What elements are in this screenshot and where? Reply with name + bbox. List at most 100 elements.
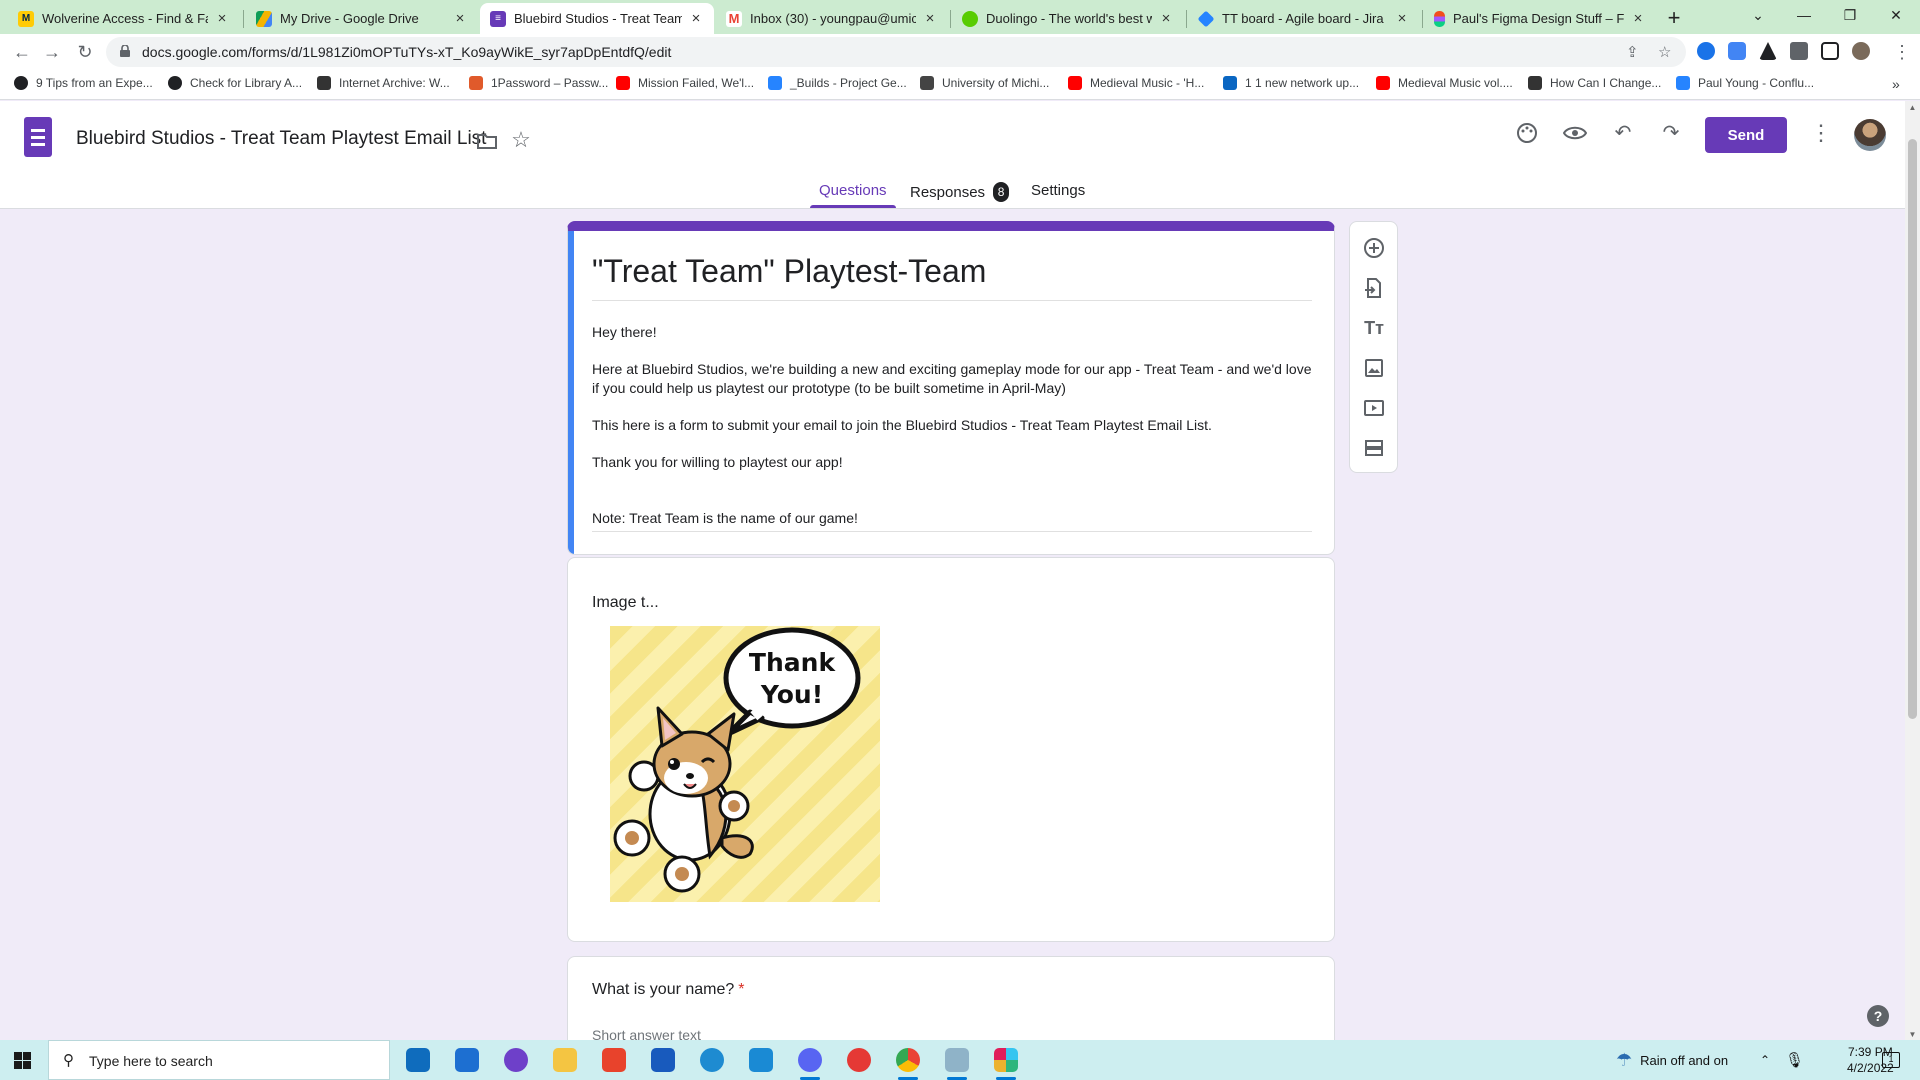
thank-you-corgi-image[interactable]: Thank You! (610, 626, 880, 902)
app-icon[interactable] (945, 1048, 969, 1080)
bookmark-item[interactable]: Mission Failed, We'l... (616, 76, 754, 90)
browser-tab[interactable]: M Wolverine Access - Find & Favor × (8, 3, 240, 34)
tab-responses[interactable]: Responses 8 (910, 182, 1010, 202)
extension-icon[interactable] (1759, 42, 1777, 60)
browser-tab[interactable]: Paul's Figma Design Stuff – Figm × (1424, 3, 1656, 34)
edge-icon[interactable] (700, 1048, 724, 1072)
word-icon[interactable] (651, 1048, 675, 1072)
sidebar-icon[interactable] (1821, 42, 1839, 60)
image-item-card[interactable]: Image t... Thank You! (567, 557, 1335, 942)
puzzle-extensions-icon[interactable] (1790, 42, 1808, 60)
tab-settings[interactable]: Settings (1031, 182, 1085, 199)
undo-icon[interactable]: ↶ (1611, 121, 1635, 145)
back-arrow-icon[interactable]: ← (10, 40, 34, 64)
microphone-icon[interactable]: 🎙 (1785, 1040, 1804, 1080)
tab-search-chevron-icon[interactable]: ⌄ (1738, 2, 1778, 28)
bookmark-item[interactable]: 1 1 new network up... (1223, 76, 1359, 90)
close-tab-icon[interactable]: × (922, 10, 938, 27)
move-to-folder-icon[interactable] (475, 129, 499, 153)
account-avatar[interactable] (1854, 119, 1886, 151)
more-bookmarks-chevron-icon[interactable]: » (1892, 76, 1900, 92)
minimize-button[interactable]: — (1784, 2, 1824, 28)
bookmark-item[interactable]: Medieval Music - 'H... (1068, 76, 1204, 90)
browser-tab[interactable]: My Drive - Google Drive × (246, 3, 478, 34)
restore-button[interactable]: ❐ (1830, 2, 1870, 28)
add-question-icon[interactable] (1362, 236, 1386, 260)
browser-tab-active[interactable]: ≡ Bluebird Studios - Treat Team Pl × (480, 3, 714, 34)
chrome-icon[interactable] (896, 1048, 920, 1080)
reload-icon[interactable]: ↻ (73, 40, 97, 64)
question-title[interactable]: What is your name? * (592, 981, 745, 999)
microsoft-store-icon[interactable] (406, 1048, 430, 1072)
customize-theme-palette-icon[interactable] (1515, 121, 1539, 145)
lock-icon (120, 45, 130, 57)
scroll-down-arrow-icon[interactable]: ▼ (1905, 1030, 1920, 1039)
share-icon[interactable]: ⇪ (1626, 43, 1639, 61)
close-tab-icon[interactable]: × (688, 10, 704, 27)
google-forms-icon: ≡ (490, 10, 506, 27)
import-questions-icon[interactable] (1362, 276, 1386, 300)
image-title[interactable]: Image t... (592, 594, 659, 612)
question-card[interactable]: What is your name? * Short answer text (567, 956, 1335, 1041)
extension-icon[interactable] (1697, 42, 1715, 60)
form-description[interactable]: Hey there! Here at Bluebird Studios, we'… (592, 323, 1312, 532)
office-icon[interactable] (602, 1048, 626, 1072)
bookmark-star-icon[interactable]: ☆ (1658, 43, 1671, 61)
close-tab-icon[interactable]: × (1630, 10, 1646, 27)
weather-widget[interactable]: ☂ Rain off and on (1616, 1040, 1728, 1080)
vscode-icon[interactable] (749, 1048, 773, 1072)
extension-icon[interactable] (1728, 42, 1746, 60)
form-title-card[interactable]: "Treat Team" Playtest-Team Hey there! He… (567, 221, 1335, 555)
close-window-button[interactable]: ✕ (1876, 2, 1916, 28)
discord-icon[interactable] (798, 1048, 822, 1080)
taskbar-search-box[interactable]: ⚲ Type here to search (48, 1040, 390, 1080)
close-tab-icon[interactable]: × (1158, 10, 1174, 27)
scroll-up-arrow-icon[interactable]: ▲ (1905, 103, 1920, 112)
windows-start-icon[interactable] (14, 1052, 31, 1069)
browser-tab[interactable]: M Inbox (30) - youngpau@umich.e × (716, 3, 948, 34)
send-button[interactable]: Send (1705, 117, 1787, 153)
browser-tab[interactable]: TT board - Agile board - Jira × (1188, 3, 1420, 34)
bookmark-item[interactable]: 9 Tips from an Expe... (14, 76, 153, 90)
bookmark-item[interactable]: 1Password – Passw... (469, 76, 608, 90)
notifications-icon[interactable]: 1 (1882, 1040, 1900, 1080)
star-icon[interactable]: ☆ (509, 128, 533, 152)
show-hidden-icons-chevron-icon[interactable]: ⌃ (1760, 1040, 1770, 1080)
browser-menu-icon[interactable]: ⋮ (1890, 40, 1914, 64)
bookmark-item[interactable]: Internet Archive: W... (317, 76, 450, 90)
close-tab-icon[interactable]: × (452, 10, 468, 27)
help-question-icon[interactable]: ? (1867, 1005, 1889, 1027)
close-tab-icon[interactable]: × (1394, 10, 1410, 27)
close-tab-icon[interactable]: × (214, 10, 230, 27)
slack-icon[interactable] (994, 1048, 1018, 1080)
bookmark-item[interactable]: _Builds - Project Ge... (768, 76, 907, 90)
bookmark-item[interactable]: How Can I Change... (1528, 76, 1661, 90)
tab-questions[interactable]: Questions (819, 182, 887, 199)
more-options-icon[interactable]: ⋮ (1809, 121, 1833, 145)
browser-tab[interactable]: Duolingo - The world's best wa × (952, 3, 1184, 34)
preview-eye-icon[interactable] (1563, 121, 1587, 145)
bookmark-item[interactable]: University of Michi... (920, 76, 1049, 90)
github-desktop-icon[interactable] (504, 1048, 528, 1072)
notification-count: 1 (1882, 1052, 1900, 1068)
scrollbar-thumb[interactable] (1908, 139, 1917, 719)
mail-icon[interactable] (455, 1048, 479, 1072)
add-video-icon[interactable] (1362, 396, 1386, 420)
profile-avatar[interactable] (1852, 42, 1870, 60)
google-forms-logo-icon[interactable] (24, 117, 52, 157)
app-icon[interactable] (847, 1048, 871, 1072)
form-title[interactable]: "Treat Team" Playtest-Team (592, 253, 1312, 301)
add-section-icon[interactable] (1362, 436, 1386, 460)
add-image-icon[interactable] (1362, 356, 1386, 380)
address-bar[interactable]: docs.google.com/forms/d/1L981Zi0mOPTuTYs… (106, 37, 1686, 67)
page-scrollbar[interactable]: ▲ ▼ (1905, 101, 1920, 1041)
bookmark-item[interactable]: Paul Young - Conflu... (1676, 76, 1814, 90)
redo-icon[interactable]: ↷ (1659, 121, 1683, 145)
document-title[interactable]: Bluebird Studios - Treat Team Playtest E… (76, 128, 486, 150)
file-explorer-icon[interactable] (553, 1048, 577, 1072)
forward-arrow-icon[interactable]: → (40, 40, 64, 64)
add-title-text-icon[interactable]: Tт (1362, 316, 1386, 340)
bookmark-item[interactable]: Medieval Music vol.... (1376, 76, 1513, 90)
new-tab-button[interactable]: + (1660, 5, 1688, 31)
bookmark-item[interactable]: Check for Library A... (168, 76, 302, 90)
